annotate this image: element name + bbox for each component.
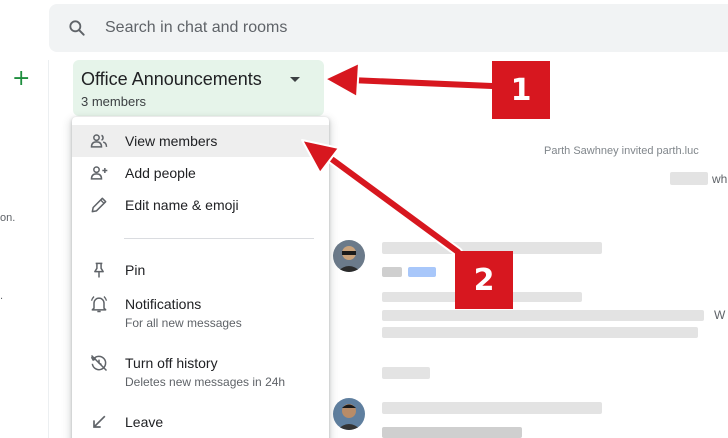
annotation-badge-1: 1 bbox=[492, 61, 550, 119]
menu-item-turn-off-history[interactable]: Turn off history Deletes new messages in… bbox=[72, 347, 329, 395]
search-placeholder: Search in chat and rooms bbox=[105, 19, 288, 36]
menu-item-pin[interactable]: Pin bbox=[72, 254, 329, 286]
menu-item-edit-name-emoji[interactable]: Edit name & emoji bbox=[72, 189, 329, 221]
blurred-link bbox=[408, 267, 436, 277]
menu-item-label: Notifications bbox=[125, 296, 202, 312]
menu-item-view-members[interactable]: View members bbox=[72, 125, 329, 157]
left-rail: + on. . bbox=[0, 60, 49, 438]
menu-item-add-people[interactable]: Add people bbox=[72, 157, 329, 189]
avatar[interactable] bbox=[333, 240, 365, 272]
search-bar[interactable]: Search in chat and rooms bbox=[49, 4, 728, 52]
menu-item-label: View members bbox=[125, 133, 218, 149]
blurred-text bbox=[382, 402, 602, 414]
chat-area: Parth Sawhney invited parth.luc wh W bbox=[330, 116, 728, 438]
person-add-icon bbox=[90, 166, 108, 180]
dropdown-caret-icon bbox=[290, 77, 300, 82]
top-bar: Search in chat and rooms bbox=[0, 0, 728, 60]
history-off-icon bbox=[90, 354, 108, 372]
blurred-text bbox=[670, 172, 708, 185]
arrow-1 bbox=[324, 62, 497, 98]
menu-item-label: Add people bbox=[125, 165, 196, 181]
truncated-text: on. bbox=[0, 212, 16, 224]
menu-item-label: Leave bbox=[125, 414, 164, 430]
pin-icon bbox=[94, 262, 104, 278]
bell-icon bbox=[90, 296, 108, 313]
menu-item-leave[interactable]: Leave bbox=[72, 406, 329, 438]
menu-item-sublabel: For all new messages bbox=[125, 316, 242, 330]
people-icon bbox=[90, 134, 108, 148]
blurred-text bbox=[382, 310, 704, 321]
truncated-text: W bbox=[714, 308, 726, 322]
menu-item-label: Edit name & emoji bbox=[125, 197, 239, 213]
menu-item-notifications[interactable]: Notifications For all new messages bbox=[72, 288, 329, 336]
room-title: Office Announcements bbox=[81, 69, 262, 89]
blurred-text bbox=[382, 327, 698, 338]
menu-divider bbox=[124, 238, 314, 239]
truncated-text: wh bbox=[712, 172, 728, 186]
avatar[interactable] bbox=[333, 398, 365, 430]
blurred-text bbox=[382, 267, 402, 277]
blurred-text bbox=[382, 427, 522, 438]
room-header-button[interactable]: Office Announcements 3 members bbox=[73, 60, 324, 116]
room-member-count: 3 members bbox=[81, 94, 147, 109]
system-message: Parth Sawhney invited parth.luc bbox=[544, 145, 699, 157]
menu-item-label: Pin bbox=[125, 262, 146, 278]
room-options-menu: View members Add people Edit name & emoj… bbox=[72, 117, 329, 438]
blurred-text bbox=[382, 367, 430, 379]
pencil-icon bbox=[91, 197, 107, 213]
add-icon[interactable]: + bbox=[12, 68, 30, 90]
leave-icon bbox=[93, 415, 106, 428]
annotation-badge-2: 2 bbox=[455, 251, 513, 309]
menu-item-label: Turn off history bbox=[125, 355, 218, 371]
truncated-text: . bbox=[0, 290, 4, 302]
menu-item-sublabel: Deletes new messages in 24h bbox=[125, 375, 286, 389]
search-icon[interactable] bbox=[67, 18, 87, 38]
